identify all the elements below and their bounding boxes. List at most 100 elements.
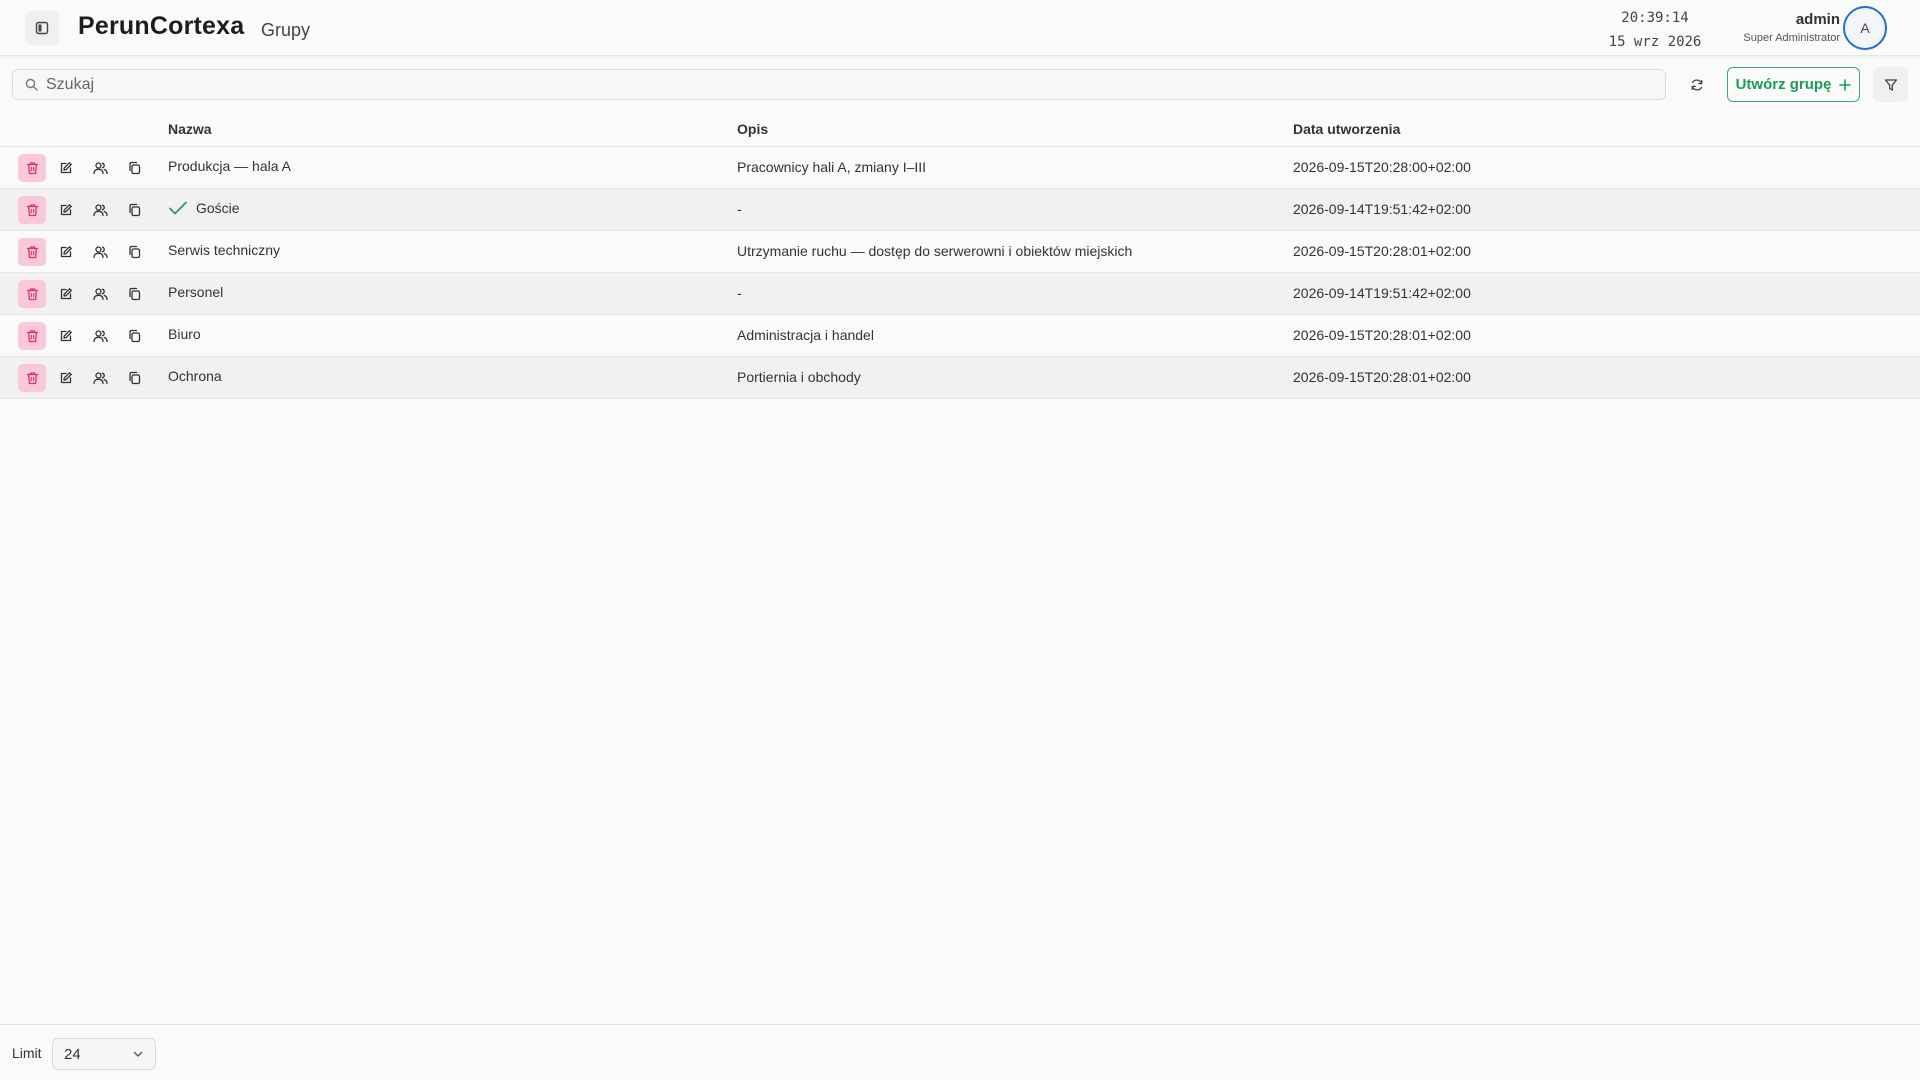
group-name: Biuro [168,326,201,342]
members-button[interactable] [86,322,114,350]
copy-button[interactable] [120,196,148,224]
trash-icon [26,203,39,217]
edit-button[interactable] [52,280,80,308]
copy-button[interactable] [120,322,148,350]
table-row[interactable]: Serwis techniczny Utrzymanie ruchu — dost… [0,231,1920,273]
copy-button[interactable] [120,154,148,182]
edit-button[interactable] [52,196,80,224]
refresh-button[interactable] [1682,69,1712,100]
group-name: Ochrona [168,368,222,384]
cell-created: 2026-09-15T20:28:01+02:00 [1293,369,1471,385]
group-name: Personel [168,284,224,300]
trash-icon [26,287,39,301]
members-button[interactable] [86,238,114,266]
copy-icon [128,161,141,175]
members-button[interactable] [86,364,114,392]
copy-icon [128,329,141,343]
row-actions [18,154,148,182]
delete-button[interactable] [18,280,46,308]
edit-button[interactable] [52,154,80,182]
cell-name: Serwis techniczny [168,242,280,258]
plus-icon [1839,78,1852,91]
cell-description: - [737,285,742,301]
delete-button[interactable] [18,154,46,182]
edit-icon [59,203,73,217]
edit-button[interactable] [52,238,80,266]
column-header-description[interactable]: Opis [737,121,768,137]
trash-icon [26,161,39,175]
copy-icon [128,371,141,385]
search-input[interactable] [46,75,1646,94]
edit-icon [59,287,73,301]
check-icon [168,200,188,216]
limit-value: 24 [64,1045,81,1063]
limit-select[interactable]: 24 [52,1038,156,1070]
members-button[interactable] [86,154,114,182]
column-header-name[interactable]: Nazwa [168,121,212,137]
table-body: Produkcja — hala A Pracownicy hali A, zmi… [0,147,1920,399]
cell-created: 2026-09-15T20:28:01+02:00 [1293,243,1471,259]
cell-description: Portiernia i obchody [737,369,861,385]
cell-description: - [737,201,742,217]
search-icon [25,78,38,91]
cell-name: Personel [168,284,223,300]
table-row[interactable]: Ochrona Portiernia i obchody 2026-09-15T20… [0,357,1920,399]
user-info: admin Super Administrator [1743,10,1840,46]
cell-created: 2026-09-15T20:28:01+02:00 [1293,327,1471,343]
search-box[interactable] [12,69,1666,100]
row-actions [18,196,148,224]
row-actions [18,364,148,392]
sidebar-toggle-button[interactable] [25,11,59,45]
users-icon [92,245,108,259]
column-header-created[interactable]: Data utworzenia [1293,121,1400,137]
copy-button[interactable] [120,280,148,308]
members-button[interactable] [86,196,114,224]
filter-button[interactable] [1873,67,1908,102]
users-icon [92,329,108,343]
delete-button[interactable] [18,196,46,224]
delete-button[interactable] [18,322,46,350]
create-group-button[interactable]: Utwórz grupę [1727,67,1860,102]
table-row[interactable]: Biuro Administracja i handel 2026-09-15T20… [0,315,1920,357]
user-role: Super Administrator [1743,32,1840,44]
cell-name: Ochrona [168,368,222,384]
users-icon [92,287,108,301]
copy-button[interactable] [120,364,148,392]
users-icon [92,161,108,175]
table-row[interactable]: Personel - 2026-09-14T19:51:42+02:00 [0,273,1920,315]
group-name: Serwis techniczny [168,242,281,258]
clock: 20:39:14 15 wrz 2026 [1600,6,1710,54]
edit-icon [59,371,73,385]
group-name: Goście [196,200,240,216]
row-actions [18,280,148,308]
edit-button[interactable] [52,364,80,392]
table-header: Nazwa Opis Data utworzenia [0,112,1920,147]
app-title: PerunCortexa [78,12,245,40]
edit-button[interactable] [52,322,80,350]
table-footer: Limit 24 [0,1024,1920,1080]
chevron-down-icon [133,1051,143,1057]
delete-button[interactable] [18,364,46,392]
create-group-label: Utwórz grupę [1735,76,1832,93]
clock-date: 15 wrz 2026 [1608,34,1702,50]
trash-icon [26,245,39,259]
cell-name: Biuro [168,326,201,342]
group-name: Produkcja — hala A [168,158,291,174]
cell-name: Goście [168,200,240,216]
trash-icon [26,329,39,343]
copy-icon [128,287,141,301]
limit-label: Limit [12,1045,42,1061]
copy-button[interactable] [120,238,148,266]
users-icon [92,371,108,385]
avatar[interactable]: A [1843,6,1887,50]
refresh-icon [1691,78,1703,91]
members-button[interactable] [86,280,114,308]
row-actions [18,238,148,266]
cell-created: 2026-09-14T19:51:42+02:00 [1293,201,1471,217]
delete-button[interactable] [18,238,46,266]
table-row[interactable]: Goście - 2026-09-14T19:51:42+02:00 [0,189,1920,231]
edit-icon [59,329,73,343]
user-name: admin [1795,11,1840,28]
table-row[interactable]: Produkcja — hala A Pracownicy hali A, zmi… [0,147,1920,189]
cell-name: Produkcja — hala A [168,158,291,174]
